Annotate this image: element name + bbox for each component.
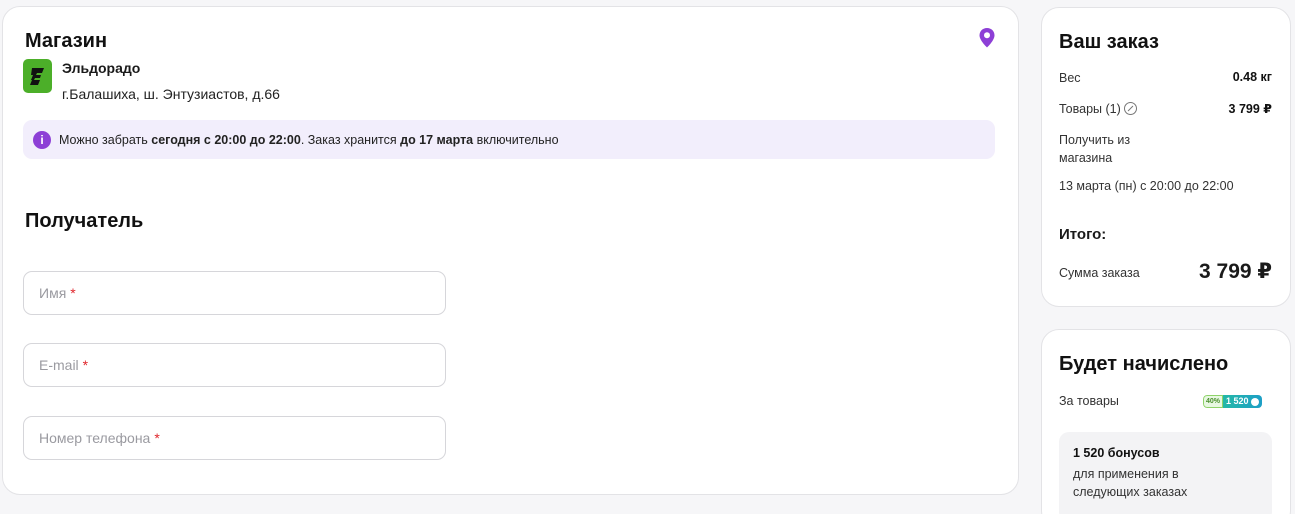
required-mark: * <box>70 285 76 301</box>
total-label: Итого: <box>1059 226 1107 243</box>
phone-field-placeholder: Номер телефона <box>39 430 151 446</box>
store-logo <box>23 59 52 93</box>
bonus-for-items-label: За товары <box>1059 394 1119 408</box>
name-field[interactable]: Имя * <box>23 271 446 315</box>
weight-label: Вес <box>1059 71 1081 85</box>
required-mark: * <box>82 357 89 373</box>
bonus-coin-icon <box>1250 397 1259 406</box>
recipient-section-title: Получатель <box>25 210 144 232</box>
email-field-placeholder: E-mail <box>39 357 79 373</box>
items-value: 3 799 ₽ <box>1228 102 1272 116</box>
info-icon: i <box>33 130 51 149</box>
phone-field[interactable]: Номер телефона * <box>23 416 446 460</box>
store-address: г.Балашиха, ш. Энтузиастов, д.66 <box>62 86 280 102</box>
pickup-method: Получить из магазина <box>1059 133 1131 165</box>
edit-items-icon[interactable] <box>1123 102 1137 115</box>
notice-text: Можно забрать сегодня с 20:00 до 22:00. … <box>59 132 559 147</box>
items-label: Товары (1) <box>1059 100 1137 118</box>
required-mark: * <box>154 430 160 446</box>
eldorado-logo-icon <box>29 68 44 85</box>
bonus-title: Будет начислено <box>1059 353 1229 375</box>
store-section-title: Магазин <box>25 30 108 52</box>
bonus-percent: 40% <box>1203 395 1224 408</box>
email-field[interactable]: E-mail * <box>23 343 446 387</box>
weight-value: 0.48 кг <box>1232 70 1272 84</box>
location-pin-icon[interactable] <box>978 27 996 49</box>
sum-value: 3 799 ₽ <box>1199 260 1272 283</box>
bonus-count: 1 520 бонусов <box>1073 446 1160 460</box>
bonus-badge: 40% 1 520 <box>1203 395 1262 408</box>
name-field-placeholder: Имя <box>39 285 67 301</box>
sum-label: Сумма заказа <box>1059 266 1140 280</box>
bonus-info-box: 1 520 бонусов для применения в следующих… <box>1059 432 1272 514</box>
bonus-amount: 1 520 <box>1223 395 1262 408</box>
order-title: Ваш заказ <box>1059 31 1159 53</box>
store-name: Эльдорадо <box>62 60 141 76</box>
bonus-description: для применения в следующих заказах <box>1073 467 1188 499</box>
pickup-notice: i Можно забрать сегодня с 20:00 до 22:00… <box>23 120 995 159</box>
pickup-date: 13 марта (пн) с 20:00 до 22:00 <box>1059 179 1234 193</box>
